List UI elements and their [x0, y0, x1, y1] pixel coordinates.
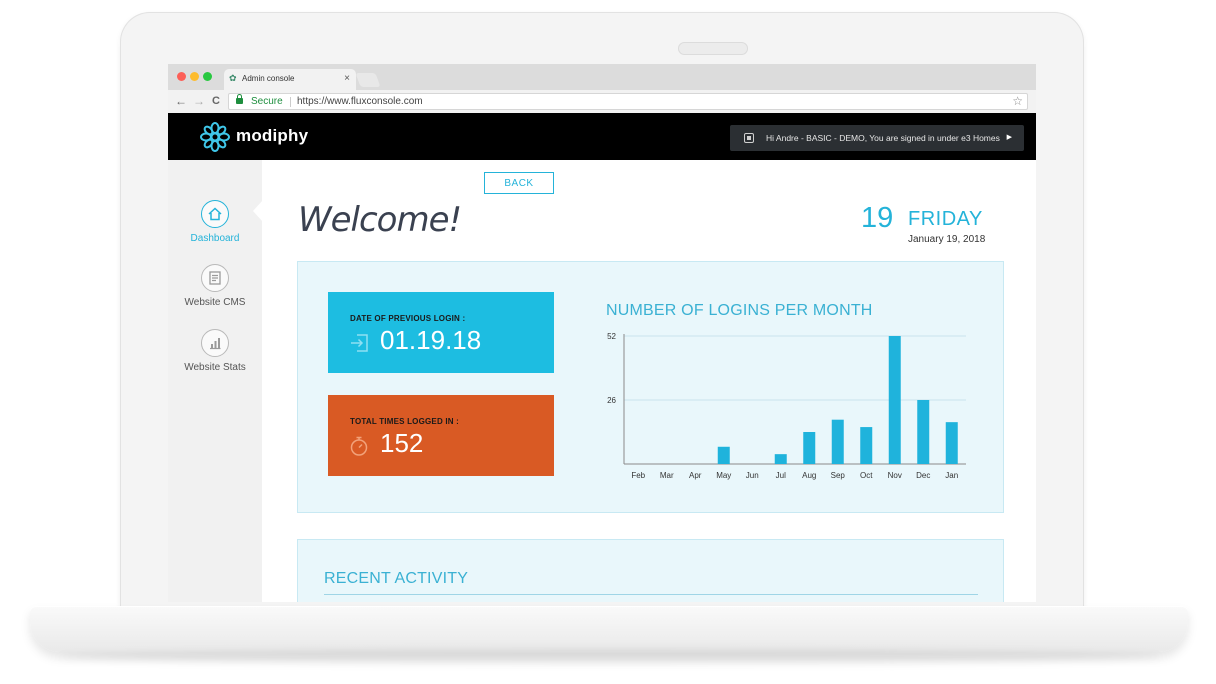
chart-title: NUMBER OF LOGINS PER MONTH: [606, 302, 873, 319]
address-bar[interactable]: Secure https://www.fluxconsole.com ☆: [228, 93, 1028, 110]
x-tick-label: Jul: [776, 471, 786, 480]
chart-bar: [917, 400, 930, 464]
chart-bar: [888, 336, 901, 464]
stats-panel: DATE OF PREVIOUS LOGIN : 01.19.18 TOTAL …: [297, 261, 1004, 513]
laptop-base: [30, 606, 1188, 652]
user-account-menu[interactable]: Hi Andre - BASIC - DEMO, You are signed …: [730, 125, 1024, 151]
previous-login-value: 01.19.18: [380, 325, 482, 355]
bar-chart-icon: [201, 329, 229, 357]
caret-right-icon: ▶: [1006, 134, 1012, 141]
chart-bar: [717, 446, 730, 464]
x-tick-label: Feb: [631, 471, 645, 480]
app-header: modiphy Hi Andre - BASIC - DEMO, You are…: [168, 113, 1036, 160]
logo[interactable]: modiphy: [200, 121, 320, 153]
x-tick-label: Jan: [945, 471, 958, 480]
recent-activity-panel: RECENT ACTIVITY: [297, 539, 1004, 602]
y-tick-label: 26: [607, 396, 616, 405]
chart-bar: [860, 427, 873, 464]
browser-toolbar: ← → C Secure https://www.fluxconsole.com…: [168, 90, 1036, 114]
logo-flower-icon: [200, 122, 230, 152]
account-box-icon: [744, 133, 754, 143]
url-separator: [290, 97, 291, 107]
y-tick-label: 52: [607, 332, 616, 341]
reload-icon[interactable]: C: [212, 94, 220, 108]
previous-login-card: DATE OF PREVIOUS LOGIN : 01.19.18: [328, 292, 554, 373]
user-greeting: Hi Andre - BASIC - DEMO, You are signed …: [766, 133, 1000, 143]
screen: ✿ Admin console × ← → C Secure https://w…: [168, 64, 1036, 602]
tab-close-icon[interactable]: ×: [344, 73, 350, 84]
browser-tab-bar: ✿ Admin console ×: [168, 64, 1036, 90]
total-logins-label: TOTAL TIMES LOGGED IN :: [350, 417, 460, 426]
browser-tab[interactable]: ✿ Admin console ×: [224, 69, 356, 90]
page-title: Welcome!: [298, 200, 462, 240]
chart-bar: [831, 419, 844, 464]
total-logins-value: 152: [380, 428, 424, 458]
total-logins-card: TOTAL TIMES LOGGED IN : 152: [328, 395, 554, 476]
sidebar-item-label: Dashboard: [190, 233, 240, 244]
date-full: January 19, 2018: [908, 234, 986, 245]
chart-bar: [774, 454, 787, 464]
forward-arrow-icon[interactable]: →: [193, 94, 205, 108]
x-tick-label: Aug: [802, 471, 816, 480]
laptop-camera-notch: [678, 42, 748, 55]
bookmark-star-icon[interactable]: ☆: [1012, 94, 1023, 109]
x-tick-label: Jun: [746, 471, 759, 480]
x-tick-label: Apr: [689, 471, 702, 480]
favicon-icon: ✿: [229, 73, 237, 83]
login-arrow-icon: [351, 334, 368, 352]
secure-label: Secure: [251, 96, 283, 107]
new-tab-button[interactable]: [355, 73, 381, 87]
lock-icon: [236, 94, 243, 104]
date-weekday: FRIDAY: [908, 208, 983, 230]
recent-activity-divider: [324, 594, 978, 595]
logo-text: modiphy: [236, 126, 309, 145]
date-day: 19: [861, 202, 894, 234]
x-tick-label: May: [716, 471, 731, 480]
chart-bar: [803, 432, 816, 464]
x-tick-label: Dec: [916, 471, 930, 480]
x-tick-label: Oct: [860, 471, 873, 480]
sidebar-item-website-stats[interactable]: Website Stats: [168, 329, 262, 373]
minimize-window-dot[interactable]: [190, 72, 199, 81]
sidebar-item-website-cms[interactable]: Website CMS: [168, 264, 262, 308]
recent-activity-title: RECENT ACTIVITY: [324, 570, 469, 587]
laptop-shadow: [60, 650, 1160, 664]
tab-title: Admin console: [242, 74, 295, 83]
home-icon: [201, 200, 229, 228]
close-window-dot[interactable]: [177, 72, 186, 81]
back-arrow-icon[interactable]: ←: [175, 94, 187, 108]
logins-bar-chart: 26 52 Feb Mar Apr May Jun Jul Aug Sep Oct Nov Dec Jan: [607, 332, 966, 480]
sidebar-item-label: Website Stats: [184, 362, 246, 373]
url-text[interactable]: https://www.fluxconsole.com: [297, 94, 423, 109]
active-nav-pointer: [253, 200, 263, 222]
sidebar-item-label: Website CMS: [184, 297, 246, 308]
document-icon: [201, 264, 229, 292]
sidebar: Dashboard Website CMS Website Stats: [168, 160, 262, 602]
stopwatch-icon: [350, 436, 368, 456]
x-tick-label: Nov: [888, 471, 902, 480]
maximize-window-dot[interactable]: [203, 72, 212, 81]
x-tick-label: Mar: [660, 471, 674, 480]
x-tick-label: Sep: [831, 471, 846, 480]
main-content: BACK Welcome! 19 FRIDAY January 19, 2018…: [253, 160, 1036, 602]
previous-login-label: DATE OF PREVIOUS LOGIN :: [350, 314, 466, 323]
back-button[interactable]: BACK: [484, 172, 554, 194]
sidebar-item-dashboard[interactable]: Dashboard: [168, 200, 262, 244]
chart-bar: [945, 422, 958, 464]
